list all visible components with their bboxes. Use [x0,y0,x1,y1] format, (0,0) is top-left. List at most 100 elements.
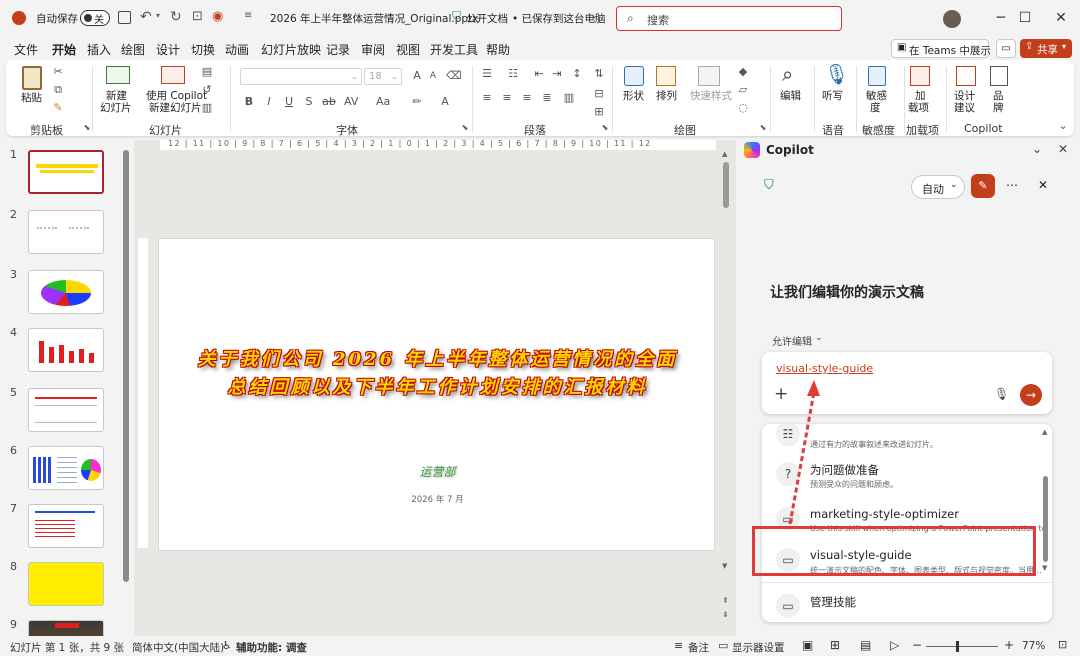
collapse-ribbon-icon[interactable]: ⌄ [1056,120,1070,132]
slide-date[interactable]: 2026 年 7 月 [159,493,716,505]
copilot-new-slide-label-1[interactable]: 使用 Copilot [146,90,207,102]
paste-icon[interactable] [22,66,42,90]
font-size-dropdown[interactable]: 18 ⌄ [364,68,402,85]
tab-slideshow[interactable]: 幻灯片放映 [261,41,321,58]
zoom-level[interactable]: 77% [1022,640,1045,652]
search-box[interactable]: ⌕ 搜索 [616,6,842,31]
share-button[interactable]: ⇪ 共享 ▾ [1020,39,1072,58]
italic-icon[interactable]: I [262,96,276,108]
shapes-label[interactable]: 形状 [623,90,644,102]
tab-record[interactable]: 记录 [326,41,350,58]
slide-canvas[interactable]: 关于我们公司 2026 年上半年整体运营情况的全面 总结回顾以及下半年工作计划安… [158,238,715,551]
shapes-icon[interactable] [624,66,644,86]
teams-present-button[interactable]: ▣ 在 Teams 中展示 [891,39,991,58]
arrange-label[interactable]: 排列 [656,90,677,102]
sensitivity-label-2[interactable]: 度 [870,102,881,114]
columns-icon[interactable]: ▥ [562,92,576,104]
notes-button[interactable]: 备注 [688,640,709,655]
scroll-up-icon[interactable]: ▲ [722,150,727,158]
tab-view[interactable]: 视图 [396,41,420,58]
font-name-dropdown[interactable]: ⌄ [240,68,362,85]
section-icon[interactable]: ▥ [200,102,214,114]
slide-thumbnail-1[interactable] [28,150,104,194]
slideshow-view-icon[interactable]: ▷ [890,638,899,652]
slide-thumbnail-6[interactable] [28,446,104,490]
reading-view-icon[interactable]: ▤ [860,638,871,652]
font-color-icon[interactable]: A [438,96,452,108]
dictate-label[interactable]: 听写 [822,90,843,102]
addins-label-1[interactable]: 加 [915,90,926,102]
slideshow-icon[interactable]: ⊡ [192,9,203,24]
accessibility-status[interactable]: 辅助功能: 调查 [236,640,307,655]
reset-icon[interactable]: ↺ [200,84,214,96]
next-slide-icon[interactable]: ⇟ [722,610,729,619]
slide-thumbnail-7[interactable] [28,504,104,548]
dialog-launcher-icon[interactable]: ⬊ [598,122,612,134]
align-center-icon[interactable]: ≡ [500,92,514,104]
microphone-icon[interactable]: 🎙 [824,62,849,86]
decrease-indent-icon[interactable]: ⇤ [532,68,546,80]
shape-effects-icon[interactable]: ◌ [736,102,750,114]
brush-icon[interactable]: ◉ [212,9,223,24]
dialog-launcher-icon[interactable]: ⬊ [458,122,472,134]
comments-button[interactable]: ▭ [996,39,1016,58]
document-title[interactable]: 2026 年上半年整体运营情况_Original.pptx [270,11,478,26]
copilot-new-slide-label-2[interactable]: 新建幻灯片 [149,102,202,114]
slide-sorter-icon[interactable]: ⊞ [830,638,840,652]
sensitivity-icon[interactable] [868,66,886,86]
copy-icon[interactable]: ⧉ [51,84,65,96]
tab-developer[interactable]: 开发工具 [430,41,478,58]
brand-icon[interactable] [990,66,1008,86]
tab-insert[interactable]: 插入 [87,41,111,58]
undo-icon[interactable]: ↶ [140,9,152,25]
mode-dropdown[interactable]: 自动 ⌄ [911,175,965,199]
align-right-icon[interactable]: ≡ [520,92,534,104]
slide-thumbnail-8[interactable] [28,562,104,606]
underline-icon[interactable]: U [282,96,296,108]
slide-department[interactable]: 运营部 [159,463,716,480]
format-painter-icon[interactable]: ✎ [51,102,65,114]
cut-icon[interactable]: ✂ [51,66,65,78]
new-slide-icon[interactable] [106,66,130,84]
zoom-out-icon[interactable]: − [912,638,922,652]
avatar[interactable] [943,10,961,28]
close-button[interactable]: ✕ [1038,0,1080,36]
new-chat-button[interactable]: ✎ [971,174,995,198]
slide-thumbnail-3[interactable] [28,270,104,314]
smartart-icon[interactable]: ⊞ [592,106,606,118]
undo-dropdown-icon[interactable]: ▾ [156,11,160,20]
brand-label-2[interactable]: 牌 [993,102,1004,114]
increase-font-icon[interactable]: A [410,70,424,82]
editor-scrollbar[interactable]: ▲ ▼ ⇞ ⇟ [722,150,730,619]
clear-format-icon[interactable]: ⌫ [446,70,462,82]
zoom-slider[interactable] [926,641,998,652]
chevron-down-icon[interactable]: ⌄ [1032,142,1042,156]
slide-title-line-1[interactable]: 关于我们公司 2026 年上半年整体运营情况的全面 [159,345,716,371]
close-icon[interactable]: ✕ [1058,142,1068,156]
strikethrough-icon[interactable]: ab [322,96,336,108]
increase-indent-icon[interactable]: ⇥ [550,68,564,80]
addins-label-2[interactable]: 载项 [908,102,929,114]
zoom-slider-thumb[interactable] [956,641,959,652]
addins-icon[interactable] [910,66,930,86]
bold-icon[interactable]: B [242,96,256,108]
thumbnail-scrollbar[interactable] [123,150,129,582]
normal-view-icon[interactable]: ▣ [802,638,813,652]
edit-label[interactable]: 编辑 [780,90,801,102]
skills-scroll-thumb[interactable] [1043,476,1048,562]
align-left-icon[interactable]: ≡ [480,92,494,104]
scroll-up-icon[interactable]: ▲ [1042,428,1047,436]
redo-icon[interactable]: ↻ [170,9,182,25]
chevron-down-icon[interactable]: ⌄ [591,11,599,21]
tab-review[interactable]: 审阅 [361,41,385,58]
prompt-skill-tag[interactable]: visual-style-guide [776,362,873,375]
chevron-down-icon[interactable]: ⌄ [815,333,823,343]
save-icon[interactable] [118,11,131,24]
slide-thumbnail-4[interactable] [28,328,104,372]
scroll-down-icon[interactable]: ▼ [722,562,727,570]
language[interactable]: 简体中文(中国大陆) [132,640,224,655]
permission-dropdown[interactable]: 允许编辑 [772,333,812,348]
change-case-icon[interactable]: Aa [376,96,390,108]
layout-icon[interactable]: ▤ [200,66,214,78]
customize-icon[interactable]: ≡ [244,10,252,21]
